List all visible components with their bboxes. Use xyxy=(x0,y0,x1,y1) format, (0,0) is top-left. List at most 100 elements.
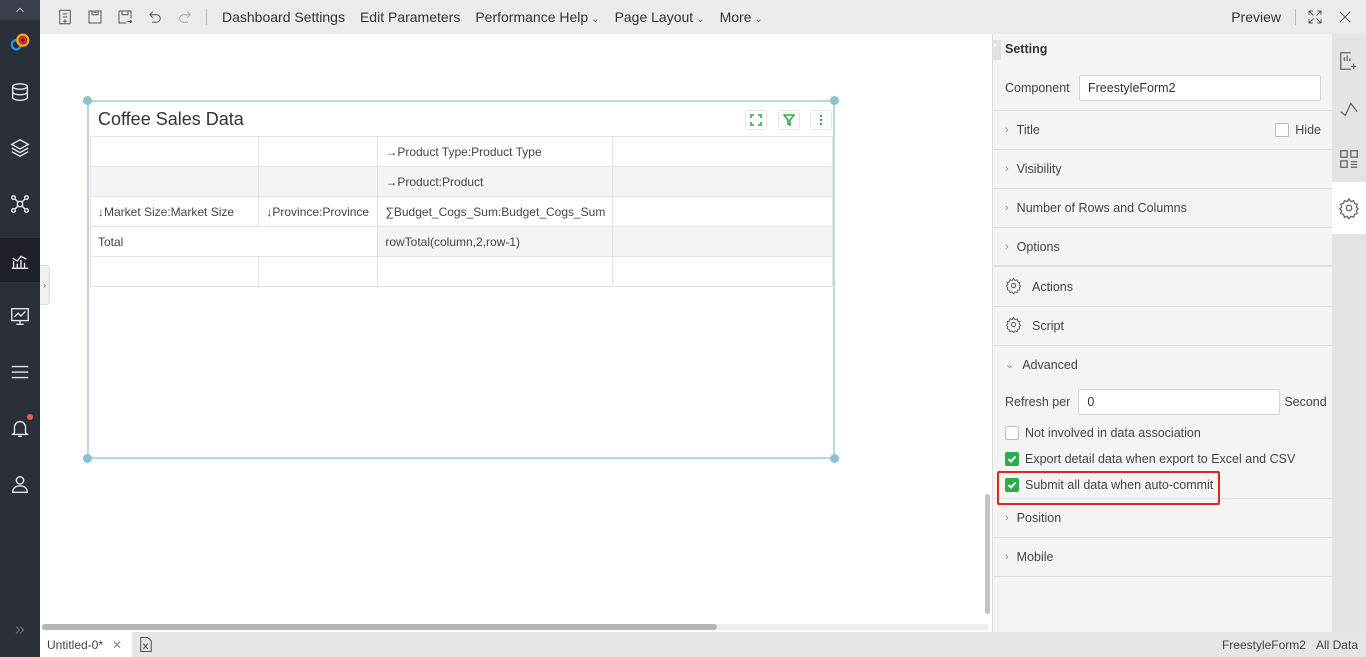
table-cell[interactable] xyxy=(377,256,614,287)
checkbox-label: Not involved in data association xyxy=(1025,426,1201,440)
table-cell[interactable]: rowTotal(column,2,row-1) xyxy=(377,226,614,257)
freestyle-form-component[interactable]: Coffee Sales Data →Product Type:Product … xyxy=(83,96,839,463)
section-options[interactable]: › Options xyxy=(993,228,1333,267)
section-label[interactable]: Advanced xyxy=(1022,358,1078,372)
table-cell[interactable] xyxy=(258,256,379,287)
vertical-scrollbar[interactable] xyxy=(985,494,990,614)
table-cell[interactable] xyxy=(89,136,260,167)
expand-icon[interactable] xyxy=(745,110,767,130)
section-mobile[interactable]: › Mobile xyxy=(993,538,1333,577)
resize-handle[interactable] xyxy=(830,96,839,105)
not-involved-checkbox-row[interactable]: Not involved in data association xyxy=(1005,426,1201,440)
collapse-panel-icon[interactable]: › xyxy=(993,40,1001,60)
chevron-down-icon: ⌄ xyxy=(591,14,600,25)
more-vertical-icon[interactable] xyxy=(810,110,832,130)
section-visibility[interactable]: › Visibility xyxy=(993,150,1333,189)
section-label: Actions xyxy=(1032,280,1073,294)
section-rows-columns[interactable]: › Number of Rows and Columns xyxy=(993,189,1333,228)
dashboard-settings-menu[interactable]: Dashboard Settings xyxy=(222,9,345,25)
save-as-icon[interactable] xyxy=(110,0,140,34)
table-cell[interactable]: ∑Budget_Cogs_Sum:Budget_Cogs_Sum xyxy=(377,196,614,227)
expand-icon[interactable] xyxy=(0,608,40,652)
chevron-right-icon: › xyxy=(1005,124,1009,136)
menu-label: Performance Help xyxy=(475,9,589,25)
settings-gear-icon[interactable] xyxy=(1332,182,1366,234)
table-cell[interactable]: →Product:Product xyxy=(377,166,614,197)
page-layout-menu[interactable]: Page Layout ⌄ xyxy=(615,9,705,25)
preview-button[interactable]: Preview xyxy=(1231,9,1281,25)
table-cell[interactable]: →Product Type:Product Type xyxy=(377,136,614,167)
menu-label: Page Layout xyxy=(614,9,694,25)
redo-icon[interactable] xyxy=(170,0,200,34)
export-detail-checkbox-row[interactable]: Export detail data when export to Excel … xyxy=(1005,452,1295,466)
section-position[interactable]: › Position xyxy=(993,499,1333,538)
save-icon[interactable] xyxy=(80,0,110,34)
table-cell[interactable] xyxy=(258,136,379,167)
gear-icon xyxy=(1005,277,1032,297)
section-script[interactable]: Script xyxy=(993,307,1333,346)
table-cell[interactable] xyxy=(612,256,833,287)
filter-icon[interactable] xyxy=(778,110,800,130)
add-chart-icon[interactable] xyxy=(1332,36,1366,86)
performance-help-menu[interactable]: Performance Help ⌄ xyxy=(475,9,599,25)
undo-icon[interactable] xyxy=(140,0,170,34)
table-cell[interactable]: ↓Province:Province xyxy=(258,196,379,227)
new-page-icon[interactable] xyxy=(50,0,80,34)
panel-header: Setting xyxy=(1005,42,1048,56)
resize-handle[interactable] xyxy=(830,454,839,463)
chevron-right-icon: › xyxy=(1005,551,1009,563)
table-cell[interactable]: Total xyxy=(89,226,379,257)
section-title[interactable]: › Title Hide xyxy=(993,111,1333,150)
component-name-input[interactable] xyxy=(1079,75,1321,101)
close-tab-icon[interactable]: ✕ xyxy=(112,638,122,652)
line-chart-icon[interactable] xyxy=(1332,84,1366,134)
logo xyxy=(0,20,40,64)
table-cell[interactable] xyxy=(258,166,379,197)
table-cell[interactable]: ↓Market Size:Market Size xyxy=(89,196,260,227)
chevron-down-icon[interactable]: ⌄ xyxy=(1005,358,1014,371)
table-cell[interactable] xyxy=(612,196,833,227)
table-cell[interactable] xyxy=(612,226,833,257)
hide-title-checkbox[interactable] xyxy=(1275,123,1290,137)
settings-panel: › Setting Component › Title Hide › Visibili… xyxy=(992,34,1333,632)
export-file-icon[interactable] xyxy=(139,636,153,656)
layout-grid-icon[interactable] xyxy=(1332,134,1366,184)
sidebar xyxy=(0,0,40,657)
network-icon[interactable] xyxy=(0,182,40,226)
analysis-chart-icon[interactable] xyxy=(0,238,40,282)
more-menu[interactable]: More ⌄ xyxy=(720,9,763,25)
sidebar-toggle[interactable]: › xyxy=(40,265,50,305)
tab-untitled[interactable]: Untitled-0* ✕ xyxy=(40,632,132,657)
collapse-up-icon[interactable] xyxy=(0,0,40,20)
status-bar: Untitled-0* ✕ FreestyleForm2 All Data xyxy=(40,632,1366,657)
table-cell[interactable] xyxy=(89,166,260,197)
resize-handle[interactable] xyxy=(83,96,92,105)
refresh-input[interactable] xyxy=(1078,389,1281,415)
fullscreen-icon[interactable] xyxy=(1300,0,1330,34)
bell-icon[interactable] xyxy=(0,406,40,450)
refresh-unit: Second xyxy=(1284,395,1327,409)
status-component: FreestyleForm2 xyxy=(1221,638,1306,652)
section-actions[interactable]: Actions xyxy=(993,268,1333,307)
table-cell[interactable] xyxy=(612,166,833,197)
edit-parameters-menu[interactable]: Edit Parameters xyxy=(360,9,460,25)
user-icon[interactable] xyxy=(0,462,40,506)
section-label: Number of Rows and Columns xyxy=(1016,201,1187,215)
table-cell[interactable] xyxy=(612,136,833,167)
gear-icon xyxy=(1005,316,1032,336)
database-icon[interactable] xyxy=(0,70,40,114)
layers-icon[interactable] xyxy=(0,126,40,170)
menu-icon[interactable] xyxy=(0,350,40,394)
checkbox-checked[interactable] xyxy=(1005,452,1019,466)
table-cell[interactable] xyxy=(89,256,260,287)
section-label: Title xyxy=(1016,123,1040,137)
toolbar: Dashboard Settings Edit Parameters Perfo… xyxy=(40,0,1366,34)
divider xyxy=(206,9,207,25)
monitor-icon[interactable] xyxy=(0,294,40,338)
section-label: Visibility xyxy=(1016,162,1062,176)
horizontal-scrollbar[interactable] xyxy=(42,624,717,630)
close-icon[interactable] xyxy=(1330,0,1360,34)
form-table: →Product Type:Product Type →Product:Prod… xyxy=(89,136,833,287)
resize-handle[interactable] xyxy=(83,454,92,463)
checkbox[interactable] xyxy=(1005,426,1019,440)
